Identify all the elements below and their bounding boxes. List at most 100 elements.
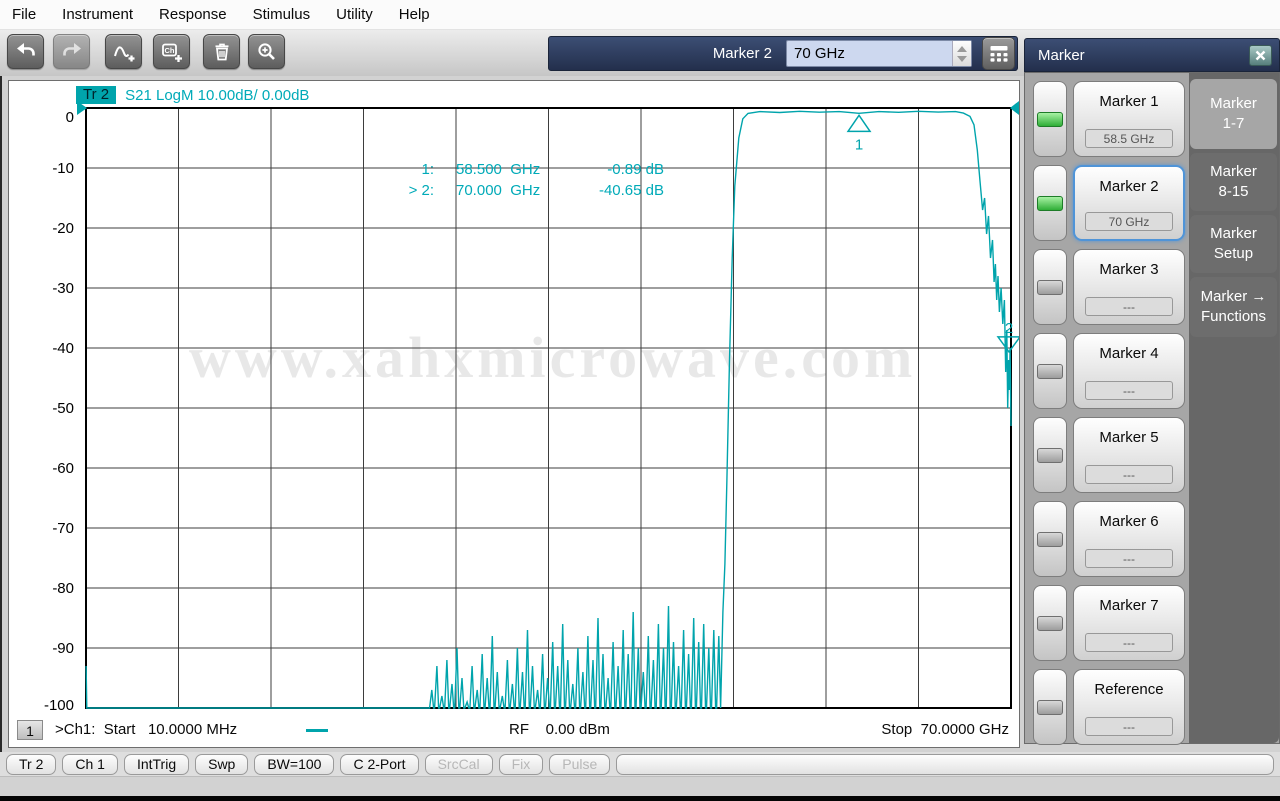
marker-frequency-value: 70 GHz (787, 45, 952, 62)
tab-label-line: 1-7 (1190, 114, 1277, 134)
tab-label-line: 8-15 (1190, 182, 1277, 202)
frequency-spinner[interactable] (952, 41, 971, 66)
undo-button[interactable] (7, 34, 44, 69)
marker-readout-row-1: 1: 58.500 GHz -0.89 dB (9, 161, 1019, 181)
svg-text:-40: -40 (52, 340, 74, 357)
status-empty[interactable] (616, 754, 1274, 775)
tab-label-line: Marker (1190, 224, 1277, 244)
marker-led-indicator (1037, 700, 1063, 715)
add-trace-icon (112, 40, 136, 64)
sweep-start-text: >Ch1: Start 10.0000 MHz (55, 721, 237, 738)
marker-panel: Marker Marker 1-7 Marker 8-15 Marker (1024, 38, 1280, 744)
marker-toggle-button[interactable] (1033, 165, 1067, 241)
status-ch-1[interactable]: Ch 1 (62, 754, 118, 775)
delete-icon (210, 40, 234, 64)
status-c-2-port[interactable]: C 2-Port (340, 754, 418, 775)
marker-toggle-button[interactable] (1033, 333, 1067, 409)
readout-value: -0.89 dB (537, 161, 664, 178)
trace-color-swatch (306, 729, 328, 732)
status-swp[interactable]: Swp (195, 754, 248, 775)
redo-button[interactable] (53, 34, 90, 69)
status-bar: Tr 2 Ch 1 IntTrig Swp BW=100 C 2-Port SrcCal Fi… (0, 752, 1280, 776)
bottom-strip (0, 776, 1280, 797)
marker-button[interactable]: Marker 5 --- (1073, 417, 1185, 493)
marker-label: Reference (1074, 681, 1184, 698)
marker-panel-title: Marker (1038, 47, 1085, 64)
marker-button[interactable]: Marker 7 --- (1073, 585, 1185, 661)
marker-button[interactable]: Reference --- (1073, 669, 1185, 745)
tab-label-line: Marker → (1190, 287, 1277, 307)
marker-led-indicator (1037, 616, 1063, 631)
status-inttrig[interactable]: IntTrig (124, 754, 189, 775)
vna-application-window: File Instrument Response Stimulus Utility Hel… (0, 0, 1280, 801)
menu-file[interactable]: File (12, 6, 36, 23)
marker-frequency-input[interactable]: 70 GHz (786, 40, 972, 67)
status-fix[interactable]: Fix (499, 754, 544, 775)
panel-close-button[interactable] (1249, 45, 1272, 66)
marker-value: --- (1085, 297, 1173, 316)
marker-button[interactable]: Marker 3 --- (1073, 249, 1185, 325)
status-pulse[interactable]: Pulse (549, 754, 610, 775)
marker-value: 58.5 GHz (1085, 129, 1173, 148)
marker-toggle-button[interactable] (1033, 501, 1067, 577)
marker-row-marker-7: Marker 7 --- (1033, 585, 1185, 661)
marker-toggle-button[interactable] (1033, 669, 1067, 745)
add-channel-icon: Ch (160, 40, 184, 64)
marker-toggle-button[interactable] (1033, 417, 1067, 493)
marker-led-indicator (1037, 196, 1063, 211)
window-left-border (0, 76, 2, 796)
marker-button[interactable]: Marker 1 58.5 GHz (1073, 81, 1185, 157)
channel-badge[interactable]: 1 (17, 720, 43, 740)
tab-marker-8-15[interactable]: Marker 8-15 (1190, 153, 1277, 211)
status-bw-100[interactable]: BW=100 (254, 754, 334, 775)
status-tr-2[interactable]: Tr 2 (6, 754, 56, 775)
chart-footer: 1 >Ch1: Start 10.0000 MHz RF 0.00 dBm St… (9, 719, 1019, 747)
marker-row-marker-3: Marker 3 --- (1033, 249, 1185, 325)
marker-value: --- (1085, 633, 1173, 652)
numeric-keypad-button[interactable] (982, 37, 1015, 70)
marker-row-marker-4: Marker 4 --- (1033, 333, 1185, 409)
delete-button[interactable] (203, 34, 240, 69)
rf-power-text: RF 0.00 dBm (509, 721, 610, 738)
marker-toggle-button[interactable] (1033, 249, 1067, 325)
menu-response[interactable]: Response (159, 6, 227, 23)
readout-value: -40.65 dB (537, 182, 664, 199)
chart-panel: www.xahxmicrowave.com Tr 2 S21 LogM 10.0… (8, 80, 1020, 748)
marker-button[interactable]: Marker 2 70 GHz (1073, 165, 1185, 241)
marker-readout-row-2: > 2: 70.000 GHz -40.65 dB (9, 182, 1019, 202)
menu-utility[interactable]: Utility (336, 6, 373, 23)
svg-text:1: 1 (855, 136, 863, 153)
marker-entry-label: Marker 2 (713, 45, 772, 62)
marker-label: Marker 3 (1074, 261, 1184, 278)
marker-row-marker-1: Marker 1 58.5 GHz (1033, 81, 1185, 157)
status-srccal[interactable]: SrcCal (425, 754, 493, 775)
tab-marker-functions[interactable]: Marker → Functions (1190, 277, 1277, 337)
marker-led-indicator (1037, 532, 1063, 547)
svg-text:-70: -70 (52, 520, 74, 537)
marker-toggle-button[interactable] (1033, 585, 1067, 661)
tab-marker-1-7[interactable]: Marker 1-7 (1190, 79, 1277, 149)
tab-marker-setup[interactable]: Marker Setup (1190, 215, 1277, 273)
add-trace-button[interactable] (105, 34, 142, 69)
svg-text:0: 0 (66, 109, 74, 126)
menu-instrument[interactable]: Instrument (62, 6, 133, 23)
marker-toggle-button[interactable] (1033, 81, 1067, 157)
zoom-button[interactable] (248, 34, 285, 69)
add-channel-button[interactable]: Ch (153, 34, 190, 69)
readout-marker-id: > 2: (339, 182, 434, 199)
spinner-up-icon[interactable] (957, 46, 967, 52)
zoom-in-icon (255, 40, 279, 64)
menu-stimulus[interactable]: Stimulus (253, 6, 311, 23)
svg-text:-80: -80 (52, 580, 74, 597)
menu-help[interactable]: Help (399, 6, 430, 23)
spinner-down-icon[interactable] (957, 56, 967, 62)
marker-label: Marker 4 (1074, 345, 1184, 362)
marker-entry-bar: Marker 2 70 GHz (548, 36, 1018, 71)
svg-text:2: 2 (1005, 320, 1013, 337)
marker-button[interactable]: Marker 6 --- (1073, 501, 1185, 577)
redo-icon (60, 40, 84, 64)
svg-text:-20: -20 (52, 220, 74, 237)
marker-label: Marker 1 (1074, 93, 1184, 110)
marker-button[interactable]: Marker 4 --- (1073, 333, 1185, 409)
marker-label: Marker 2 (1075, 178, 1183, 195)
